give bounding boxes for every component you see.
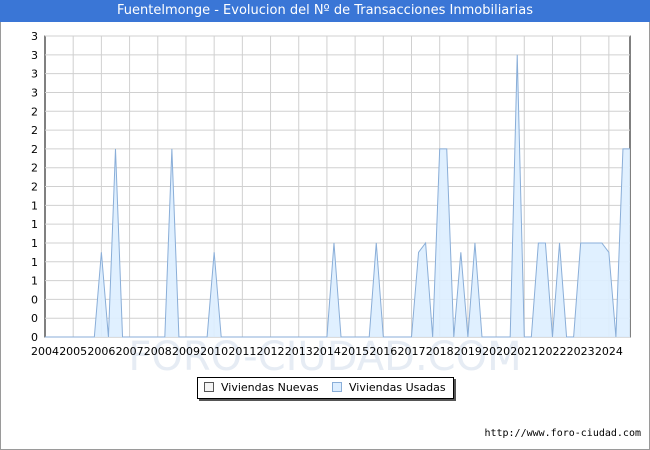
legend: Viviendas Nuevas Viviendas Usadas xyxy=(197,377,454,399)
x-tick-label: 2023 xyxy=(567,345,595,358)
x-tick-label: 2018 xyxy=(426,345,454,358)
y-tick-label: 3 xyxy=(31,68,38,81)
y-tick-label: 3 xyxy=(31,30,38,43)
x-tick-label: 2008 xyxy=(144,345,172,358)
y-tick-label: 3 xyxy=(31,49,38,62)
x-tick-label: 2013 xyxy=(285,345,313,358)
y-tick-label: 0 xyxy=(31,331,38,344)
x-tick-label: 2015 xyxy=(341,345,369,358)
y-tick-label: 1 xyxy=(31,199,38,212)
x-tick-label: 2020 xyxy=(482,345,510,358)
y-tick-label: 1 xyxy=(31,275,38,288)
y-tick-label: 0 xyxy=(31,293,38,306)
x-tick-label: 2014 xyxy=(313,345,341,358)
legend-swatch-usadas xyxy=(332,382,342,392)
legend-swatch-nuevas xyxy=(204,382,214,392)
y-tick-label: 1 xyxy=(31,237,38,250)
x-tick-label: 2012 xyxy=(257,345,285,358)
y-tick-label: 3 xyxy=(31,86,38,99)
x-tick-label: 2009 xyxy=(172,345,200,358)
y-tick-label: 1 xyxy=(31,256,38,269)
y-tick-label: 2 xyxy=(31,162,38,175)
x-tick-label: 2021 xyxy=(510,345,538,358)
x-tick-label: 2017 xyxy=(398,345,426,358)
x-tick-label: 2007 xyxy=(116,345,144,358)
x-tick-label: 2022 xyxy=(538,345,566,358)
legend-item-viviendas-nuevas: Viviendas Nuevas xyxy=(204,381,319,395)
legend-item-viviendas-usadas: Viviendas Usadas xyxy=(332,381,446,395)
y-tick-label: 1 xyxy=(31,218,38,231)
x-tick-label: 2006 xyxy=(87,345,115,358)
x-tick-label: 2004 xyxy=(31,345,59,358)
legend-label-usadas: Viviendas Usadas xyxy=(349,381,446,394)
y-tick-label: 2 xyxy=(31,143,38,156)
x-tick-label: 2010 xyxy=(200,345,228,358)
y-tick-label: 2 xyxy=(31,124,38,137)
x-tick-label: 2019 xyxy=(454,345,482,358)
y-tick-label: 0 xyxy=(31,312,38,325)
source-link[interactable]: http://www.foro-ciudad.com xyxy=(484,428,641,439)
y-tick-label: 2 xyxy=(31,105,38,118)
x-tick-label: 2005 xyxy=(59,345,87,358)
x-tick-label: 2016 xyxy=(369,345,397,358)
x-tick-label: 2011 xyxy=(228,345,256,358)
x-tick-label: 2024 xyxy=(595,345,623,358)
y-tick-label: 2 xyxy=(31,181,38,194)
legend-label-nuevas: Viviendas Nuevas xyxy=(221,381,319,394)
